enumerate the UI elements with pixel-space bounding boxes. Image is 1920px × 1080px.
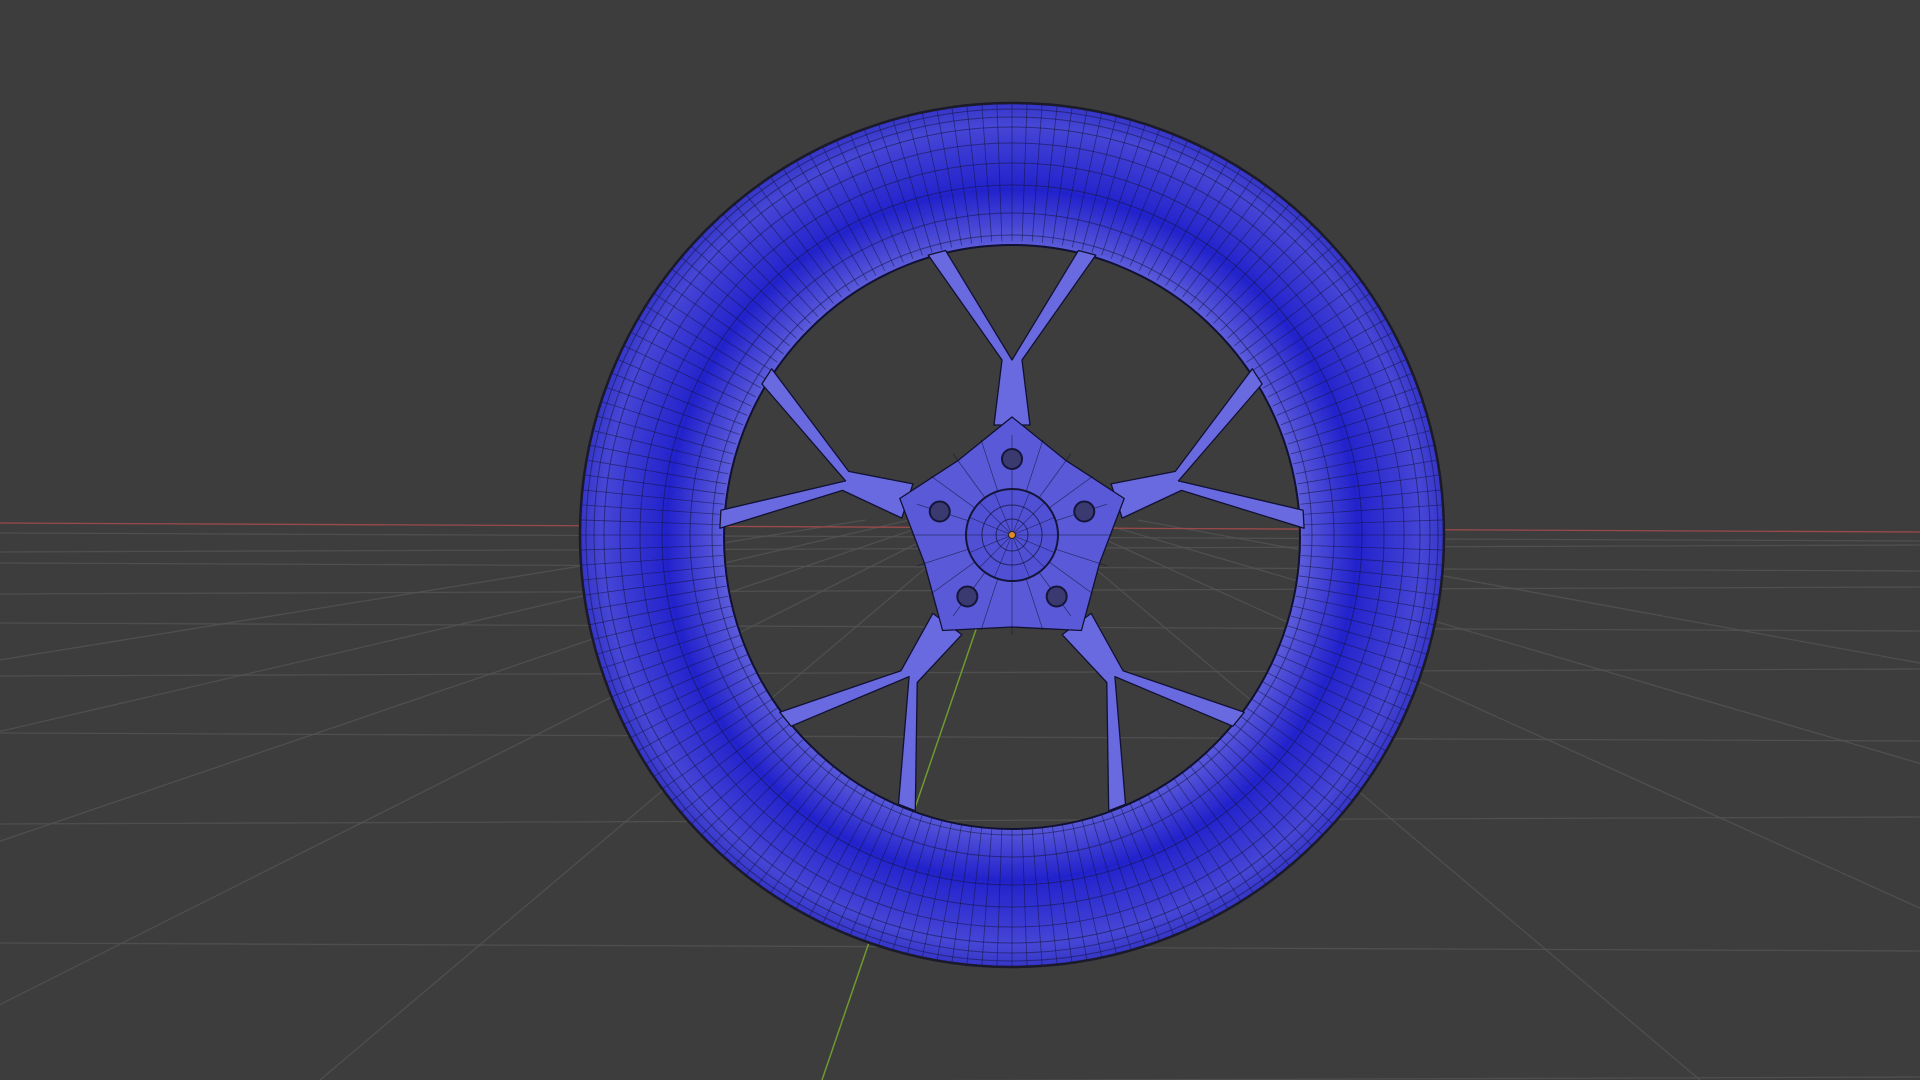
wheel-rim-mesh[interactable] [578, 101, 1446, 969]
hub [899, 416, 1125, 635]
grid-line [0, 732, 1920, 742]
viewport-canvas[interactable] [0, 0, 1920, 1080]
3d-viewport[interactable] [0, 0, 1920, 1080]
lug-hole [1045, 585, 1068, 608]
lug-hole [956, 585, 979, 608]
lug-hole [928, 500, 951, 523]
grid-line [0, 816, 1920, 825]
lug-hole [1001, 448, 1023, 470]
object-origin-dot [1008, 531, 1016, 539]
spoke [927, 249, 1097, 426]
lug-hole [1073, 500, 1096, 523]
